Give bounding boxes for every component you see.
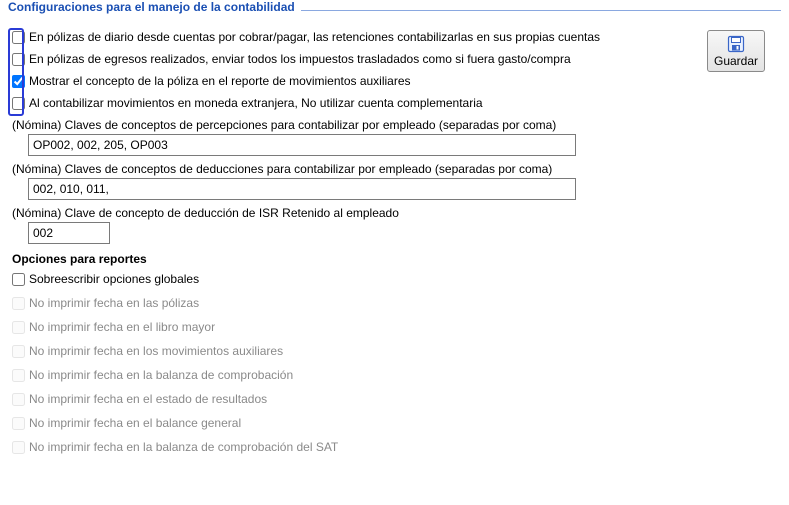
lbl-egresos: En pólizas de egresos realizados, enviar… [29,52,571,66]
lbl-no-fecha-resultados: No imprimir fecha en el estado de result… [29,392,267,406]
lbl-no-fecha-balance: No imprimir fecha en el balance general [29,416,241,430]
chk-retenciones[interactable] [12,31,25,44]
row-no-fecha-mov: No imprimir fecha en los movimientos aux… [12,342,777,360]
input-isr[interactable] [28,222,110,244]
chk-no-fecha-libro [12,321,25,334]
lbl-no-fecha-mov: No imprimir fecha en los movimientos aux… [29,344,283,358]
lbl-retenciones: En pólizas de diario desde cuentas por c… [29,30,600,44]
lbl-no-fecha-balanza-sat: No imprimir fecha en la balanza de compr… [29,440,338,454]
row-no-fecha-balanza-sat: No imprimir fecha en la balanza de compr… [12,438,777,456]
row-concepto: Mostrar el concepto de la póliza en el r… [12,72,777,90]
lbl-percepciones: (Nómina) Claves de conceptos de percepci… [12,118,777,132]
row-moneda-extranjera: Al contabilizar movimientos en moneda ex… [12,94,777,112]
lbl-no-fecha-balanza: No imprimir fecha en la balanza de compr… [29,368,293,382]
chk-no-fecha-balanza-sat [12,441,25,454]
groupbox-title: Configuraciones para el manejo de la con… [8,0,301,14]
chk-no-fecha-mov [12,345,25,358]
reports-subtitle: Opciones para reportes [12,252,777,266]
groupbox-header: Configuraciones para el manejo de la con… [8,4,781,18]
lbl-sobreescribir: Sobreescribir opciones globales [29,272,199,286]
lbl-concepto: Mostrar el concepto de la póliza en el r… [29,74,411,88]
chk-no-fecha-resultados [12,393,25,406]
lbl-no-fecha-polizas: No imprimir fecha en las pólizas [29,296,199,310]
input-deducciones[interactable] [28,178,576,200]
row-sobreescribir: Sobreescribir opciones globales [12,270,777,288]
chk-no-fecha-balanza [12,369,25,382]
row-egresos: En pólizas de egresos realizados, enviar… [12,50,777,68]
row-no-fecha-libro: No imprimir fecha en el libro mayor [12,318,777,336]
chk-moneda-extranjera[interactable] [12,97,25,110]
row-no-fecha-balance: No imprimir fecha en el balance general [12,414,777,432]
chk-egresos[interactable] [12,53,25,66]
chk-concepto[interactable] [12,75,25,88]
lbl-no-fecha-libro: No imprimir fecha en el libro mayor [29,320,215,334]
row-no-fecha-balanza: No imprimir fecha en la balanza de compr… [12,366,777,384]
chk-no-fecha-polizas [12,297,25,310]
input-percepciones[interactable] [28,134,576,156]
row-no-fecha-resultados: No imprimir fecha en el estado de result… [12,390,777,408]
row-retenciones: En pólizas de diario desde cuentas por c… [12,28,777,46]
lbl-moneda-extranjera: Al contabilizar movimientos en moneda ex… [29,96,483,110]
chk-sobreescribir[interactable] [12,273,25,286]
chk-no-fecha-balance [12,417,25,430]
row-no-fecha-polizas: No imprimir fecha en las pólizas [12,294,777,312]
lbl-deducciones: (Nómina) Claves de conceptos de deduccio… [12,162,777,176]
lbl-isr: (Nómina) Clave de concepto de deducción … [12,206,777,220]
